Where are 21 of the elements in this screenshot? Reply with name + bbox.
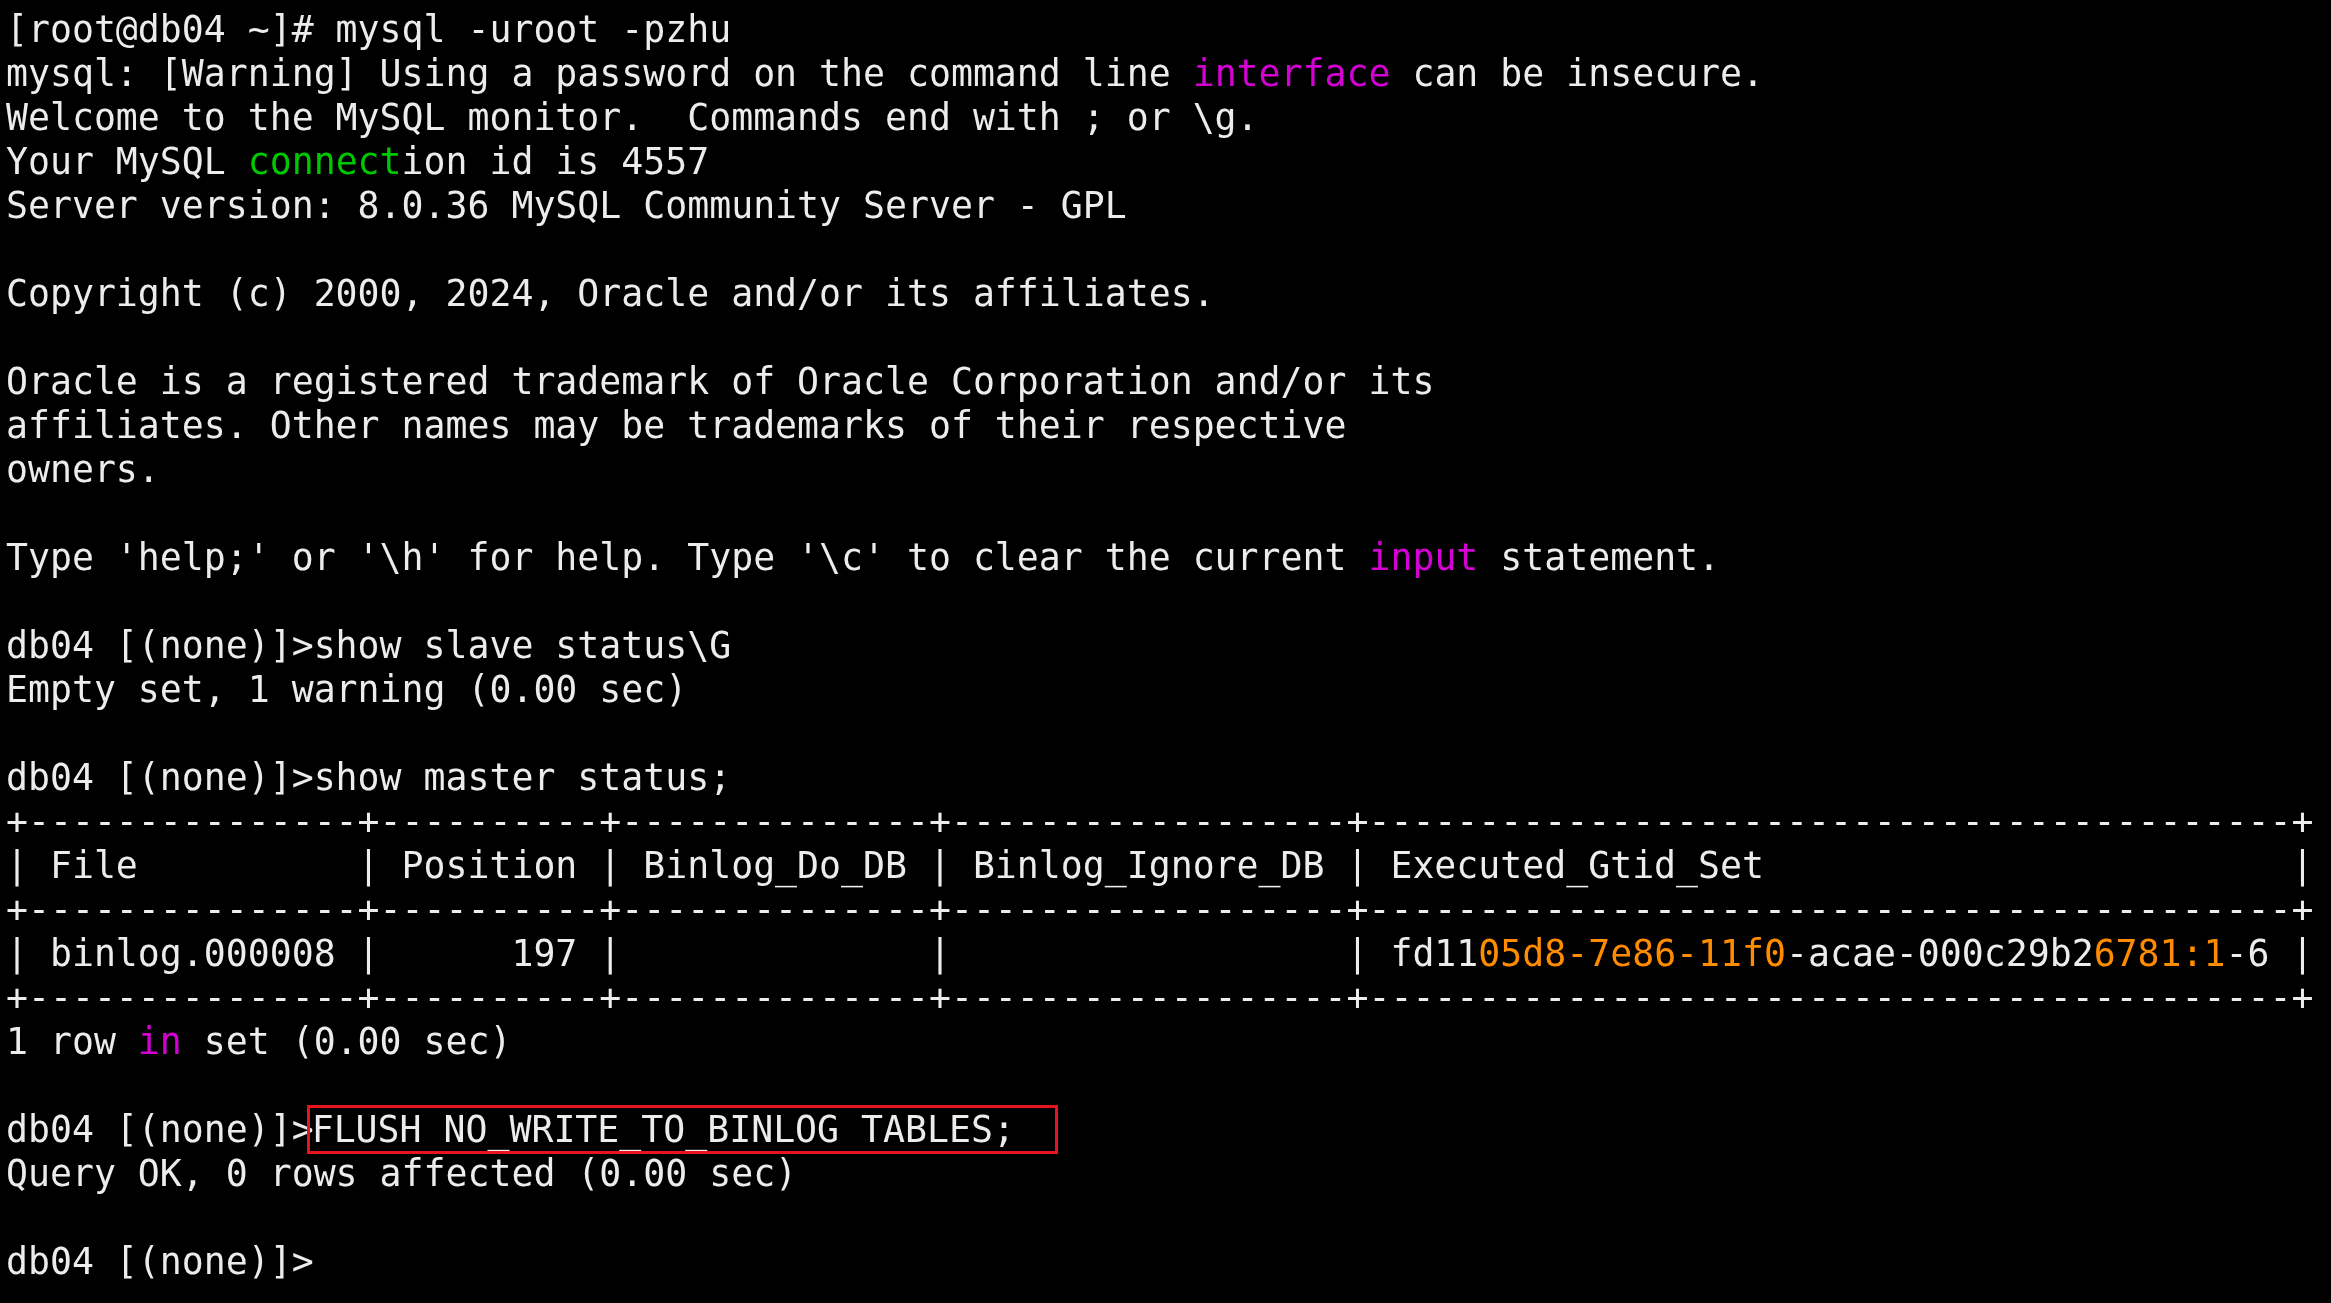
terminal-line: 1 row in set (0.00 sec)	[6, 1020, 512, 1064]
terminal-line: Server version: 8.0.36 MySQL Community Server - GPL	[6, 184, 1127, 228]
terminal-line: | binlog.000008 | 197 | | | fd1105d8-7e86-11f0-acae-000c29b26781:1-6 |	[6, 932, 2314, 976]
terminal-line: [root@db04 ~]# mysql -uroot -pzhu	[6, 8, 732, 52]
terminal-line: Welcome to the MySQL monitor. Commands end with ; or \g.	[6, 96, 1259, 140]
terminal-line: Query OK, 0 rows affected (0.00 sec)	[6, 1152, 798, 1196]
terminal-line: mysql: [Warning] Using a password on the command line interface can be insecure.	[6, 52, 1764, 96]
terminal-line: db04 [(none)]>	[6, 1240, 314, 1284]
terminal-line: db04 [(none)]>show master status;	[6, 756, 732, 800]
terminal-line: | File | Position | Binlog_Do_DB | Binlog_Ignore_DB | Executed_Gtid_Set |	[6, 844, 2314, 888]
terminal-line: +---------------+----------+--------------+------------------+------------------------------------------+	[6, 800, 2314, 844]
terminal-line: affiliates. Other names may be trademarks of their respective	[6, 404, 1347, 448]
terminal-line: Empty set, 1 warning (0.00 sec)	[6, 668, 688, 712]
terminal-line: +---------------+----------+--------------+------------------+------------------------------------------+	[6, 976, 2314, 1020]
terminal-line: Copyright (c) 2000, 2024, Oracle and/or its affiliates.	[6, 272, 1215, 316]
terminal-line: Oracle is a registered trademark of Oracle Corporation and/or its	[6, 360, 1435, 404]
terminal-line: Type 'help;' or '\h' for help. Type '\c' to clear the current input statement.	[6, 536, 1721, 580]
terminal-line: db04 [(none)]>show slave status\G	[6, 624, 732, 668]
terminal-line: +---------------+----------+--------------+------------------+------------------------------------------+	[6, 888, 2314, 932]
terminal-line: Your MySQL connection id is 4557	[6, 140, 710, 184]
terminal-line: owners.	[6, 448, 160, 492]
